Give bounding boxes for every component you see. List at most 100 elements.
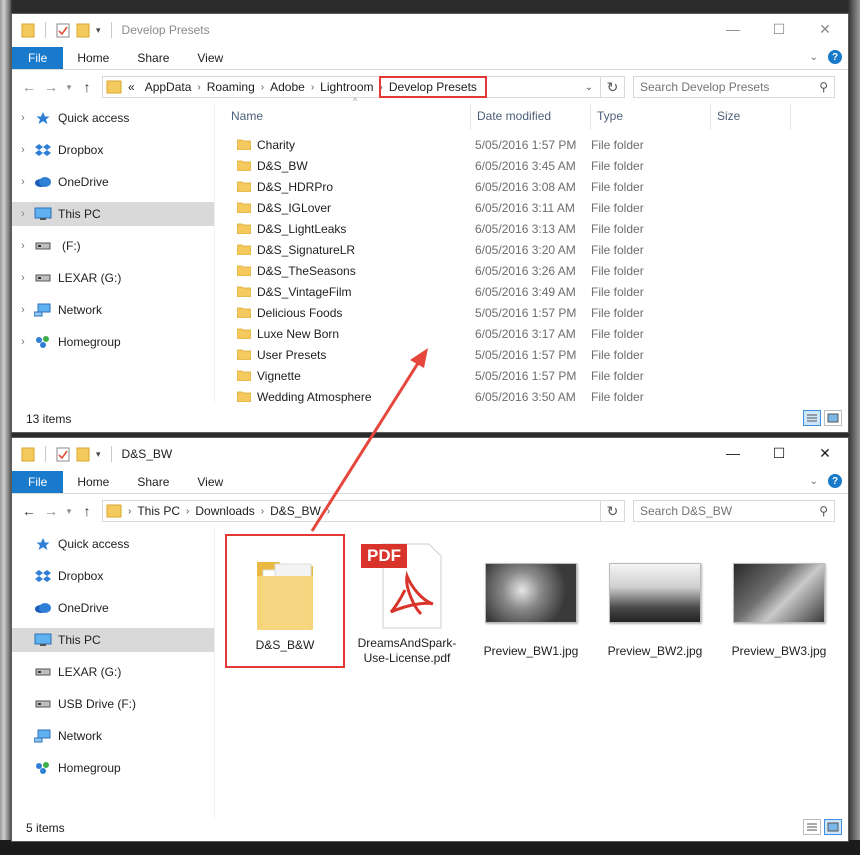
nav-item-lexar[interactable]: › LEXAR (G:) xyxy=(12,262,214,294)
back-button[interactable]: ← xyxy=(18,76,40,98)
back-button[interactable]: ← xyxy=(18,500,40,522)
refresh-button[interactable]: ↻ xyxy=(601,500,625,522)
nav-item-network[interactable]: Network xyxy=(12,720,214,752)
forward-button[interactable]: → xyxy=(40,500,62,522)
expand-icon[interactable]: › xyxy=(12,176,34,188)
nav-item-usb-drive[interactable]: USB Drive (F:) xyxy=(12,688,214,720)
tab-home[interactable]: Home xyxy=(63,47,123,69)
tab-share[interactable]: Share xyxy=(123,471,183,493)
table-row[interactable]: D&S_VintageFilm 6/05/2016 3:49 AM File fol… xyxy=(215,281,848,302)
close-button[interactable]: ✕ xyxy=(802,14,848,44)
expand-icon[interactable]: › xyxy=(12,240,34,252)
table-row[interactable]: Wedding Atmosphere 6/05/2016 3:50 AM File … xyxy=(215,386,848,407)
tab-share[interactable]: Share xyxy=(123,47,183,69)
close-button[interactable]: ✕ xyxy=(802,438,848,468)
breadcrumb-ds-bw[interactable]: D&S_BW xyxy=(264,504,327,518)
nav-item-onedrive[interactable]: › OneDrive xyxy=(12,166,214,198)
table-row[interactable]: Delicious Foods 5/05/2016 1:57 PM File fol… xyxy=(215,302,848,323)
tab-view[interactable]: View xyxy=(183,47,237,69)
table-row[interactable]: D&S_SignatureLR 6/05/2016 3:20 AM File fol… xyxy=(215,239,848,260)
recent-locations-button[interactable]: ▾ xyxy=(62,76,76,98)
expand-icon[interactable]: › xyxy=(12,208,34,220)
column-type[interactable]: Type xyxy=(591,104,711,130)
table-row[interactable]: D&S_HDRPro 6/05/2016 3:08 AM File folder xyxy=(215,176,848,197)
up-button[interactable]: ↑ xyxy=(76,76,98,98)
pdf-item-license[interactable]: PDF DreamsAndSpark-Use-License.pdf xyxy=(347,540,467,666)
breadcrumb-this-pc[interactable]: This PC xyxy=(131,504,186,518)
breadcrumb-downloads[interactable]: Downloads xyxy=(189,504,260,518)
search-input[interactable] xyxy=(640,80,810,94)
column-name[interactable]: Name xyxy=(215,104,471,130)
properties-icon[interactable] xyxy=(56,446,70,462)
table-row[interactable]: D&S_LightLeaks 6/05/2016 3:13 AM File fold… xyxy=(215,218,848,239)
folder-item-ds-bw[interactable]: D&S_B&W xyxy=(225,534,345,668)
new-folder-icon[interactable] xyxy=(76,22,90,38)
image-item-preview-bw2[interactable]: Preview_BW2.jpg xyxy=(595,548,715,666)
breadcrumb-roaming[interactable]: Roaming xyxy=(201,80,261,94)
forward-button[interactable]: → xyxy=(40,76,62,98)
expand-icon[interactable]: › xyxy=(12,272,34,284)
maximize-button[interactable]: ☐ xyxy=(756,14,802,44)
nav-item-homegroup[interactable]: Homegroup xyxy=(12,752,214,784)
large-icons-view-icon[interactable] xyxy=(824,410,842,426)
new-folder-icon[interactable] xyxy=(76,446,90,462)
breadcrumb-lightroom[interactable]: Lightroom xyxy=(314,80,379,94)
customize-toolbar-icon[interactable]: ▾ xyxy=(96,449,101,460)
minimize-button[interactable]: — xyxy=(710,438,756,468)
recent-locations-button[interactable]: ▾ xyxy=(62,500,76,522)
image-item-preview-bw3[interactable]: Preview_BW3.jpg xyxy=(719,548,839,666)
nav-item-lexar[interactable]: LEXAR (G:) xyxy=(12,656,214,688)
details-view-icon[interactable] xyxy=(803,410,821,426)
breadcrumb-develop-presets[interactable]: Develop Presets xyxy=(378,76,487,98)
help-icon[interactable]: ? xyxy=(828,50,842,64)
nav-item-onedrive[interactable]: OneDrive xyxy=(12,592,214,624)
breadcrumb-appdata[interactable]: AppData xyxy=(139,80,198,94)
breadcrumb-adobe[interactable]: Adobe xyxy=(264,80,311,94)
properties-icon[interactable] xyxy=(56,22,70,38)
nav-item-dropbox[interactable]: › Dropbox xyxy=(12,134,214,166)
refresh-button[interactable]: ↻ xyxy=(601,76,625,98)
address-dropdown-icon[interactable]: ⌄ xyxy=(578,77,600,97)
nav-item-homegroup[interactable]: › Homegroup xyxy=(12,326,214,358)
search-box[interactable]: ⚲ xyxy=(633,500,835,522)
minimize-button[interactable]: — xyxy=(710,14,756,44)
nav-item-quick-access[interactable]: Quick access xyxy=(12,528,214,560)
table-row[interactable]: Charity 5/05/2016 1:57 PM File folder xyxy=(215,134,848,155)
nav-item-this-pc[interactable]: This PC xyxy=(12,628,214,652)
table-row[interactable]: Vignette 5/05/2016 1:57 PM File folder xyxy=(215,365,848,386)
expand-icon[interactable]: › xyxy=(12,144,34,156)
table-row[interactable]: Luxe New Born 6/05/2016 3:17 AM File folde… xyxy=(215,323,848,344)
tab-file[interactable]: File xyxy=(12,47,64,69)
nav-item-network[interactable]: › Network xyxy=(12,294,214,326)
image-item-preview-bw1[interactable]: Preview_BW1.jpg xyxy=(471,548,591,666)
customize-toolbar-icon[interactable]: ▾ xyxy=(96,25,101,36)
expand-icon[interactable]: › xyxy=(12,336,34,348)
search-box[interactable]: ⚲ xyxy=(633,76,835,98)
nav-item-this-pc[interactable]: › This PC xyxy=(12,202,214,226)
maximize-button[interactable]: ☐ xyxy=(756,438,802,468)
nav-item-drive-f[interactable]: › (F:) xyxy=(12,230,214,262)
details-view-icon[interactable] xyxy=(803,819,821,835)
column-size[interactable]: Size xyxy=(711,104,791,130)
column-date-modified[interactable]: Date modified xyxy=(471,104,591,130)
search-input[interactable] xyxy=(640,504,810,518)
table-row[interactable]: User Presets 5/05/2016 1:57 PM File folder xyxy=(215,344,848,365)
address-bar[interactable]: « AppData › Roaming › Adobe › Lightroom … xyxy=(102,76,601,98)
expand-icon[interactable]: › xyxy=(12,112,34,124)
up-button[interactable]: ↑ xyxy=(76,500,98,522)
large-icons-view-icon[interactable] xyxy=(824,819,842,835)
help-icon[interactable]: ? xyxy=(828,474,842,488)
expand-ribbon-icon[interactable]: ⌄ xyxy=(810,52,818,63)
chevron-right-icon[interactable]: › xyxy=(327,506,330,517)
path-overflow[interactable]: « xyxy=(124,80,139,94)
tab-view[interactable]: View xyxy=(183,471,237,493)
tab-home[interactable]: Home xyxy=(63,471,123,493)
tab-file[interactable]: File xyxy=(12,471,64,493)
nav-item-quick-access[interactable]: › Quick access xyxy=(12,102,214,134)
table-row[interactable]: D&S_BW 6/05/2016 3:45 AM File folder xyxy=(215,155,848,176)
expand-icon[interactable]: › xyxy=(12,304,34,316)
table-row[interactable]: D&S_TheSeasons 6/05/2016 3:26 AM File fold… xyxy=(215,260,848,281)
table-row[interactable]: D&S_IGLover 6/05/2016 3:11 AM File folder xyxy=(215,197,848,218)
address-bar[interactable]: › This PC › Downloads › D&S_BW › xyxy=(102,500,601,522)
nav-item-dropbox[interactable]: Dropbox xyxy=(12,560,214,592)
